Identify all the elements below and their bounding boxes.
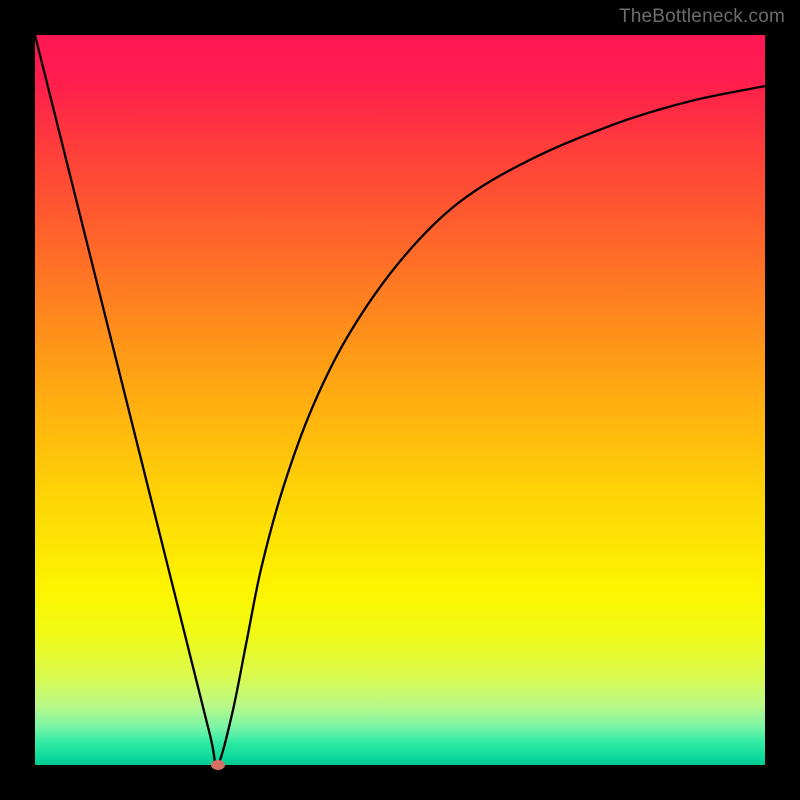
- bottleneck-curve: [35, 35, 765, 765]
- min-point-dot: [211, 760, 225, 770]
- chart-frame: TheBottleneck.com: [0, 0, 800, 800]
- curve-path: [35, 35, 765, 765]
- plot-area: [35, 35, 765, 765]
- attribution-text: TheBottleneck.com: [619, 6, 785, 28]
